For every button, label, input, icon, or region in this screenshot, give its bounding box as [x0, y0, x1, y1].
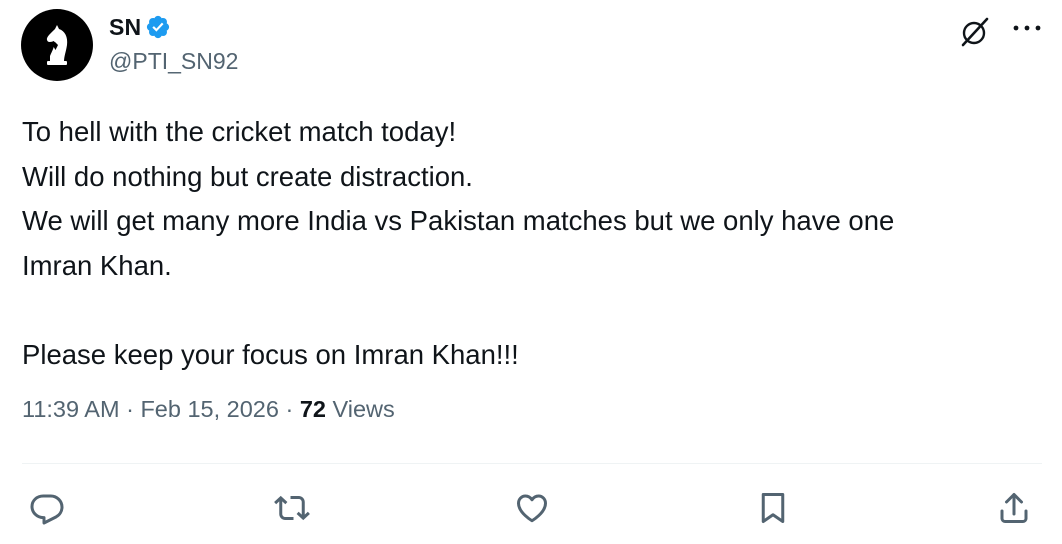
tweet-text: To hell with the cricket match today! Wi… [22, 110, 1042, 377]
like-icon [517, 494, 547, 523]
tweet-text-line: To hell with the cricket match today! [22, 116, 457, 147]
avatar[interactable] [21, 9, 93, 81]
reply-button[interactable] [27, 488, 67, 528]
bookmark-icon [761, 493, 785, 523]
tweet-text-line: Will do nothing but create distraction. [22, 160, 473, 192]
like-button[interactable] [512, 488, 552, 528]
retweet-button[interactable] [272, 488, 312, 528]
bookmark-button[interactable] [753, 488, 793, 528]
author-name-row[interactable]: SN [109, 12, 171, 42]
tweet: SN @PTI_SN92 To hell with the cricket ma… [0, 0, 1062, 544]
meta-separator: · [285, 396, 294, 422]
share-button[interactable] [994, 488, 1034, 528]
more-icon[interactable] [1012, 18, 1042, 38]
display-name: SN [109, 13, 142, 40]
tweet-time[interactable]: 11:39 AM [22, 396, 120, 422]
views-count[interactable]: 72 [300, 396, 326, 422]
verified-badge-icon [147, 15, 170, 39]
tweet-text-line: Please keep your focus on Imran Khan!!! [22, 338, 519, 370]
reply-icon [30, 494, 64, 525]
meta-separator: · [126, 396, 134, 422]
tweet-date[interactable]: Feb 15, 2026 [140, 396, 279, 422]
divider [22, 463, 1042, 464]
retweet-icon [274, 495, 310, 521]
chess-knight-icon [46, 25, 68, 65]
views-label[interactable]: Views [333, 396, 395, 422]
grok-icon[interactable] [958, 15, 992, 49]
tweet-meta: 11:39 AM · Feb 15, 2026 · 72 Views [22, 396, 395, 423]
tweet-text-line: We will get many more India vs Pakistan … [22, 205, 895, 236]
author-handle[interactable]: @PTI_SN92 [109, 48, 238, 75]
tweet-text-line: Imran Khan. [22, 249, 172, 281]
share-icon [1000, 493, 1028, 523]
